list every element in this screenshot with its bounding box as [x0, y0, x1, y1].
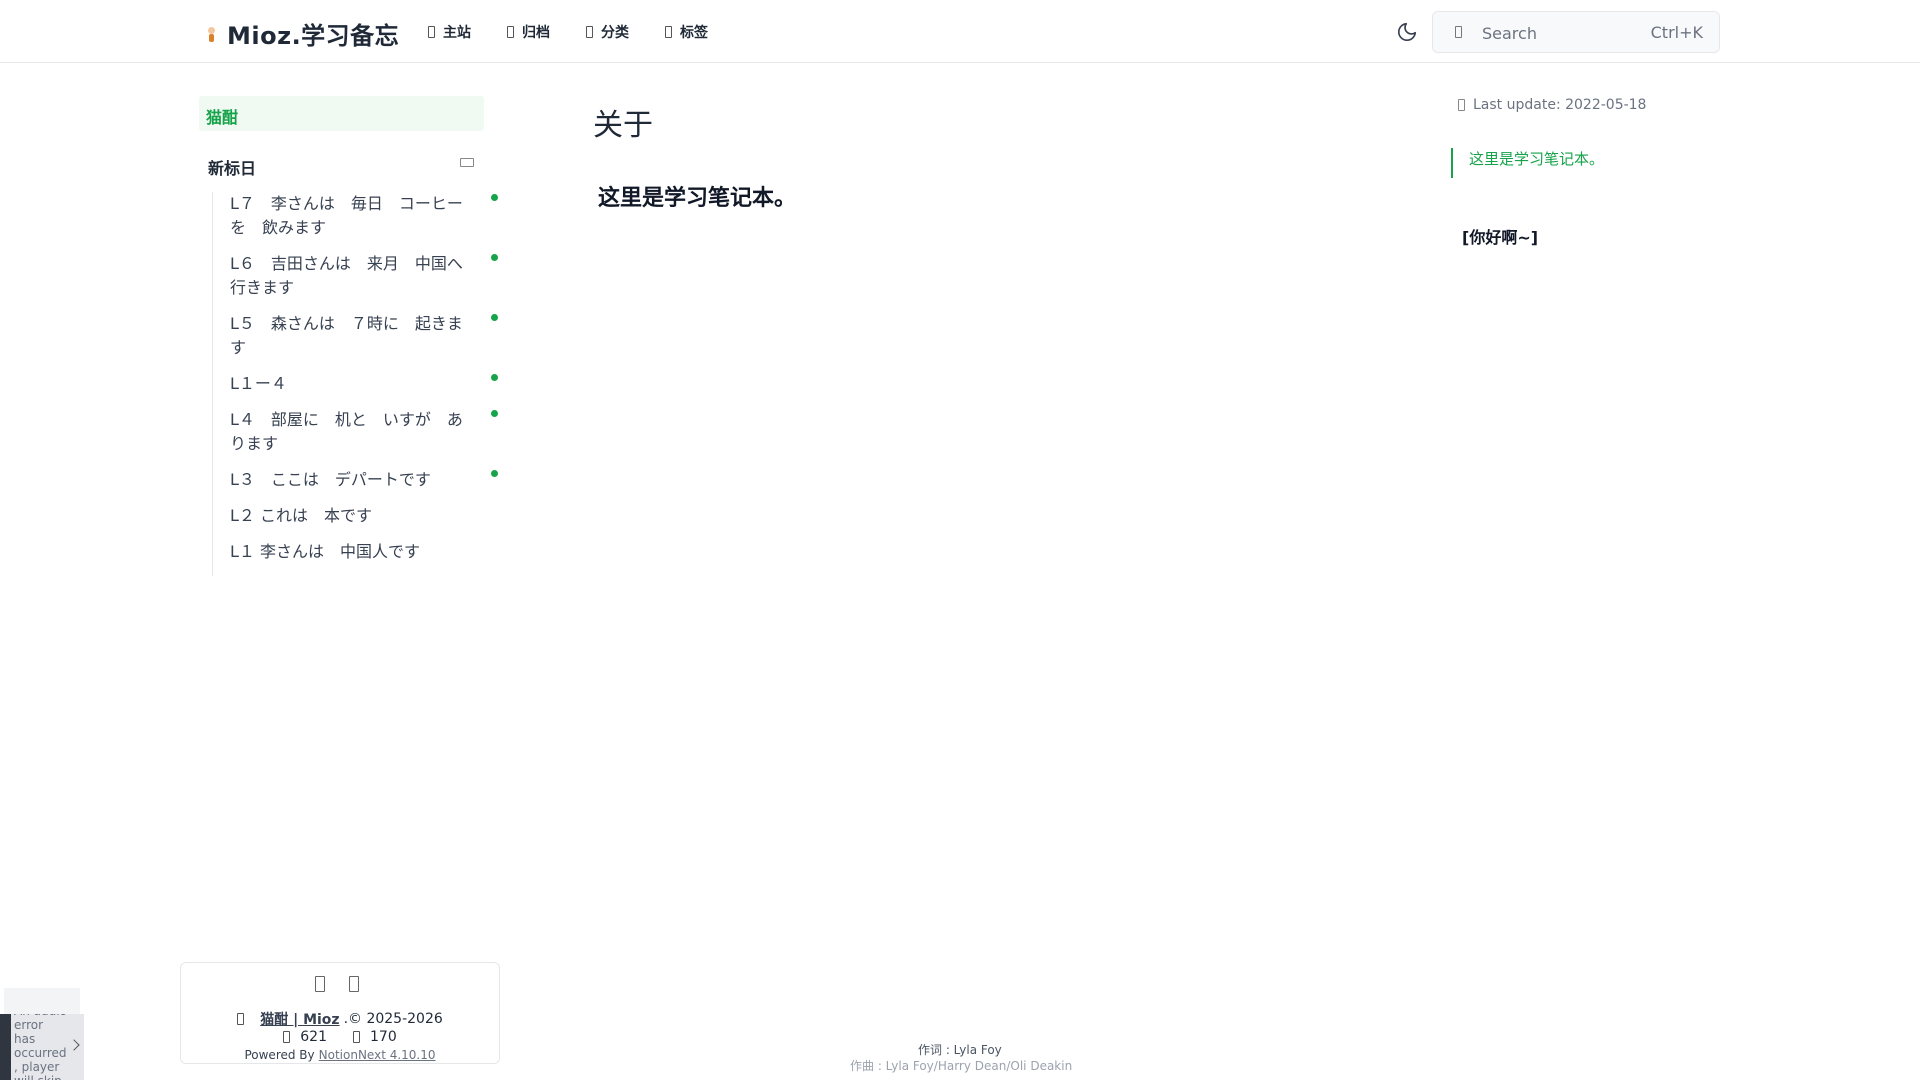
new-dot-indicator — [491, 470, 498, 477]
new-dot-indicator — [491, 410, 498, 417]
rss-icon[interactable] — [315, 976, 325, 992]
page-title: 关于 — [593, 108, 653, 143]
audio-error-text: An audio error has occurred, player will… — [14, 1014, 67, 1080]
new-dot-indicator — [491, 254, 498, 261]
footer-powered: Powered By NotionNext 4.10.10 — [181, 1048, 499, 1062]
sidebar-item[interactable]: L１ー４ — [230, 372, 498, 396]
nav-label: 标签 — [680, 25, 708, 41]
page-body-text: 这里是学习笔记本。 — [598, 186, 797, 211]
sidebar-item-label: L２ これは 本です — [230, 506, 373, 525]
sidebar-item-label: L１ー４ — [230, 374, 287, 393]
search-bar[interactable]: Search Ctrl+K — [1432, 11, 1720, 53]
nav-item-home[interactable]: 主站 — [428, 22, 471, 42]
sidebar-item-label: L３ ここは デパートです — [230, 470, 431, 489]
sidebar-item-label: L５ 森さんは ７時に 起きます — [230, 314, 463, 357]
sidebar-item[interactable]: L２ これは 本です — [230, 504, 480, 528]
sidebar-item-label: L４ 部屋に 机と いすが あります — [230, 410, 463, 453]
toc-item[interactable]: 这里是学习笔记本。 — [1451, 148, 1604, 178]
pv-count: 621 — [300, 1029, 327, 1045]
powered-by-link[interactable]: NotionNext 4.10.10 — [319, 1048, 436, 1062]
lyric-line-next: 作曲 : Lyla Foy/Harry Dean/Oli Deakin — [850, 1059, 1073, 1073]
audio-player[interactable]: An audio error has occurred, player will… — [0, 1014, 84, 1080]
sidebar-item[interactable]: L３ ここは デパートです — [230, 468, 498, 492]
collapse-icon[interactable] — [460, 158, 474, 167]
sidebar-item-label: L１ 李さんは 中国人です — [230, 542, 421, 561]
nav-item-category[interactable]: 分类 — [586, 22, 629, 42]
powered-by-text: Powered By — [244, 1048, 315, 1062]
nav-label: 归档 — [522, 25, 550, 41]
bracket-glyph: ] — [1530, 228, 1539, 247]
new-dot-indicator — [491, 314, 498, 321]
last-update: Last update: 2022-05-18 — [1458, 97, 1646, 113]
nav-item-tags[interactable]: 标签 — [665, 22, 708, 42]
sidebar-group[interactable]: 新标日 — [199, 155, 484, 183]
new-dot-indicator — [491, 374, 498, 381]
greeting: [你好啊~] — [1462, 224, 1538, 248]
tag-icon — [665, 26, 672, 38]
nav-item-archive[interactable]: 归档 — [507, 22, 550, 42]
sidebar-item-label: L６ 吉田さんは 来月 中国へ行きます — [230, 254, 463, 297]
home-icon — [428, 26, 435, 38]
footer-icons — [315, 976, 359, 992]
chevron-right-icon[interactable] — [68, 1039, 80, 1051]
calendar-icon — [1458, 99, 1465, 111]
footer-card: 猫酣 | Mioz .© 2025-2026 621 170 Powered B… — [180, 962, 500, 1064]
player-tip — [4, 988, 80, 1014]
footer-stats: 621 170 — [181, 1029, 499, 1045]
copyright-icon — [237, 1013, 245, 1025]
archive-icon — [507, 26, 514, 38]
copyright-text: .© 2025-2026 — [343, 1011, 443, 1027]
sidebar: 猫酣 新标日 L７ 李さんは 毎日 コーヒーを 飲みます L６ 吉田さんは 来月… — [199, 96, 498, 576]
sidebar-list: L７ 李さんは 毎日 コーヒーを 飲みます L６ 吉田さんは 来月 中国へ行きま… — [212, 192, 498, 576]
sidebar-group-title: 新标日 — [208, 159, 257, 178]
sidebar-item[interactable]: L６ 吉田さんは 来月 中国へ行きます — [230, 252, 498, 300]
main-nav: 主站 归档 分类 标签 — [428, 22, 708, 42]
site-logo-link[interactable]: Mioz.学习备忘 — [205, 16, 399, 51]
search-placeholder: Search — [1482, 24, 1537, 43]
footer-site-link[interactable]: 猫酣 | Mioz — [260, 1009, 339, 1029]
sidebar-item[interactable]: L５ 森さんは ７時に 起きます — [230, 312, 498, 360]
last-update-text: Last update: 2022-05-18 — [1473, 97, 1647, 113]
greeting-text: 你好啊~ — [1469, 228, 1531, 247]
eye-icon — [283, 1031, 291, 1043]
lyric-line-current: 作词 : Lyla Foy — [918, 1043, 1002, 1057]
folder-icon — [586, 26, 593, 38]
search-shortcut: Ctrl+K — [1650, 23, 1703, 42]
logo-image — [205, 25, 217, 43]
footer-copyright: 猫酣 | Mioz .© 2025-2026 — [181, 1009, 499, 1029]
sidebar-item-label: L７ 李さんは 毎日 コーヒーを 飲みます — [230, 194, 463, 237]
site-title: Mioz.学习备忘 — [227, 22, 400, 50]
sidebar-item[interactable]: L４ 部屋に 机と いすが あります — [230, 408, 498, 456]
nav-label: 分类 — [601, 25, 629, 41]
search-icon — [1455, 26, 1462, 38]
uv-count: 170 — [370, 1029, 397, 1045]
sidebar-item[interactable]: L７ 李さんは 毎日 コーヒーを 飲みます — [230, 192, 498, 240]
nav-label: 主站 — [443, 25, 471, 41]
sidebar-item[interactable]: L１ 李さんは 中国人です — [230, 540, 480, 564]
sidebar-head-link[interactable]: 猫酣 — [199, 96, 484, 131]
users-icon — [353, 1031, 360, 1043]
album-cover — [0, 1014, 11, 1080]
moon-icon[interactable] — [1396, 21, 1418, 43]
mail-icon[interactable] — [349, 976, 359, 992]
top-header: Mioz.学习备忘 主站 归档 分类 标签 Search Ctrl+K — [0, 0, 1920, 63]
new-dot-indicator — [491, 194, 498, 201]
